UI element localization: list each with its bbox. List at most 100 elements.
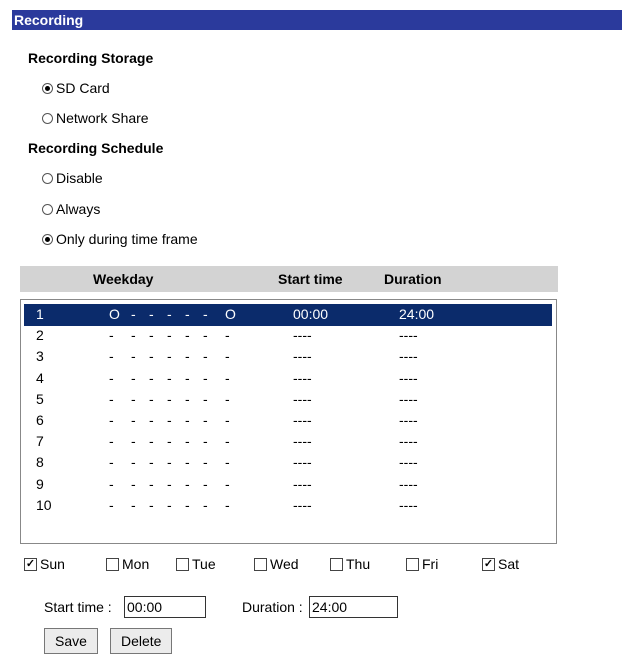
header-weekday: Weekday <box>93 271 154 287</box>
checkbox-empty-icon[interactable] <box>106 557 119 571</box>
row-start-time: ---- <box>293 390 312 407</box>
checkbox-mon[interactable]: Mon <box>106 556 149 572</box>
table-row[interactable]: 5- - - - - - - ---- ---- <box>24 389 552 411</box>
table-row[interactable]: 9- - - - - - - ---- ---- <box>24 474 552 496</box>
checkbox-empty-icon[interactable] <box>176 557 189 571</box>
row-number: 4 <box>36 369 44 386</box>
checkbox-empty-icon[interactable] <box>330 557 343 571</box>
radio-selected-icon[interactable] <box>42 233 53 245</box>
row-day-mark: - <box>167 327 172 344</box>
radio-sd-card-label: SD Card <box>56 80 110 96</box>
row-day-mark: - <box>131 390 136 407</box>
row-day-mark: - <box>131 412 136 428</box>
checkbox-label: Sat <box>498 556 520 572</box>
row-day-mark: - <box>225 433 230 450</box>
row-day-mark: - <box>167 496 172 513</box>
row-duration: ---- <box>399 412 418 428</box>
row-day-mark: - <box>109 496 114 513</box>
recording-storage-heading: Recording Storage <box>28 50 154 66</box>
row-duration: ---- <box>399 327 418 344</box>
row-number: 3 <box>36 348 44 365</box>
start-time-input[interactable] <box>124 596 206 618</box>
row-duration: ---- <box>399 369 418 386</box>
checkbox-thu[interactable]: Thu <box>330 556 370 572</box>
radio-empty-icon[interactable] <box>42 172 53 184</box>
section-title-bar: Recording <box>12 10 622 30</box>
radio-time-frame-label: Only during time frame <box>56 231 198 247</box>
table-row[interactable]: 3- - - - - - - ---- ---- <box>24 346 552 368</box>
schedule-list[interactable]: 1 O - - - - - O 00:00 24:00 2- - - - - - - ---- ---- 3- - - - -… <box>20 299 557 544</box>
row-duration: ---- <box>399 433 418 450</box>
table-row[interactable]: 7- - - - - - - ---- ---- <box>24 431 552 453</box>
row-day-mark: - <box>185 306 190 322</box>
table-row[interactable]: 6- - - - - - - ---- ---- <box>24 410 552 432</box>
row-start-time: ---- <box>293 433 312 450</box>
row-number: 5 <box>36 390 44 407</box>
row-day-mark: - <box>131 327 136 344</box>
row-number: 8 <box>36 454 44 471</box>
row-start-time: ---- <box>293 412 312 428</box>
save-button[interactable]: Save <box>44 628 98 654</box>
row-day-mark: - <box>185 327 190 344</box>
row-day-mark: - <box>109 369 114 386</box>
row-start-time: ---- <box>293 369 312 386</box>
row-day-mark: - <box>203 369 208 386</box>
row-day-mark: - <box>149 348 154 365</box>
row-duration: ---- <box>399 454 418 471</box>
row-number: 1 <box>36 306 44 322</box>
row-day-mark: - <box>109 433 114 450</box>
start-time-label: Start time : <box>44 599 112 615</box>
row-day-mark: - <box>185 454 190 471</box>
checkbox-empty-icon[interactable] <box>406 557 419 571</box>
checkbox-checked-icon[interactable]: ✓ <box>482 557 495 571</box>
checkbox-sun[interactable]: ✓ Sun <box>24 556 65 572</box>
row-start-time: ---- <box>293 348 312 365</box>
row-day-mark: - <box>131 475 136 492</box>
row-start-time: 00:00 <box>293 306 329 322</box>
table-row[interactable]: 4- - - - - - - ---- ---- <box>24 368 552 390</box>
radio-network-share[interactable]: Network Share <box>42 110 149 126</box>
row-duration: ---- <box>399 390 418 407</box>
duration-label: Duration : <box>242 599 303 615</box>
row-day-mark: - <box>131 454 136 471</box>
radio-empty-icon[interactable] <box>42 112 53 124</box>
checkbox-wed[interactable]: Wed <box>254 556 299 572</box>
table-row[interactable]: 10- - - - - - - ---- ---- <box>24 495 552 517</box>
row-day-mark: - <box>225 412 230 428</box>
radio-always[interactable]: Always <box>42 201 100 217</box>
table-row[interactable]: 2- - - - - - - ---- ---- <box>24 325 552 347</box>
checkbox-empty-icon[interactable] <box>254 557 267 571</box>
radio-sd-card[interactable]: SD Card <box>42 80 110 96</box>
radio-empty-icon[interactable] <box>42 203 53 215</box>
row-day-mark: - <box>185 475 190 492</box>
checkbox-label: Wed <box>270 556 299 572</box>
row-day-mark: - <box>225 496 230 513</box>
row-day-mark: - <box>167 412 172 428</box>
checkbox-label: Fri <box>422 556 439 572</box>
table-row[interactable]: 1 O - - - - - O 00:00 24:00 <box>24 304 552 326</box>
radio-time-frame[interactable]: Only during time frame <box>42 231 198 247</box>
row-day-mark: - <box>185 412 190 428</box>
duration-input[interactable] <box>309 596 398 618</box>
row-day-mark: - <box>131 306 136 322</box>
checkbox-tue[interactable]: Tue <box>176 556 216 572</box>
checkbox-fri[interactable]: Fri <box>406 556 438 572</box>
row-duration: ---- <box>399 475 418 492</box>
delete-button[interactable]: Delete <box>110 628 173 654</box>
row-day-mark: - <box>167 369 172 386</box>
row-day-mark: - <box>185 348 190 365</box>
row-day-mark: - <box>203 306 208 322</box>
row-start-time: ---- <box>293 496 312 513</box>
checkbox-label: Sun <box>40 556 65 572</box>
row-day-mark: - <box>225 327 230 344</box>
row-day-mark: - <box>203 454 208 471</box>
table-row[interactable]: 8- - - - - - - ---- ---- <box>24 452 552 474</box>
row-day-mark: - <box>225 369 230 386</box>
row-number: 2 <box>36 327 44 344</box>
checkbox-sat[interactable]: ✓ Sat <box>482 556 519 572</box>
checkbox-checked-icon[interactable]: ✓ <box>24 557 37 571</box>
radio-selected-icon[interactable] <box>42 82 53 94</box>
radio-disable[interactable]: Disable <box>42 170 103 186</box>
row-day-mark: O <box>225 306 236 322</box>
row-duration: 24:00 <box>399 306 435 322</box>
